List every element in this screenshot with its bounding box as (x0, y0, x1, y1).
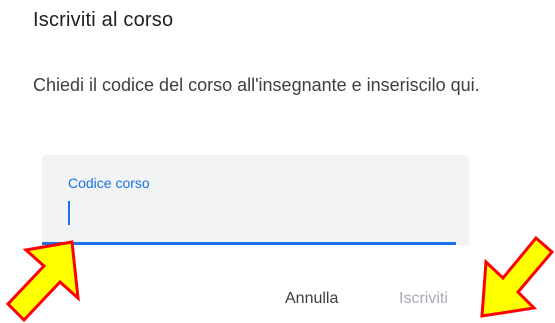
cancel-button[interactable]: Annulla (285, 290, 338, 308)
join-class-dialog: Iscriviti al corso Chiedi il codice del … (0, 0, 555, 323)
dialog-title: Iscriviti al corso (33, 9, 174, 31)
class-code-label: Codice corso (68, 175, 150, 191)
annotation-arrow-left-icon (5, 240, 80, 323)
join-button[interactable]: Iscriviti (399, 290, 448, 308)
text-cursor (68, 201, 70, 225)
dialog-description: Chiedi il codice del corso all'insegnant… (33, 75, 480, 95)
field-focus-underline (42, 242, 456, 245)
class-code-field[interactable]: Codice corso (42, 155, 469, 245)
class-code-input[interactable] (66, 197, 446, 227)
annotation-arrow-right-icon (480, 235, 555, 318)
